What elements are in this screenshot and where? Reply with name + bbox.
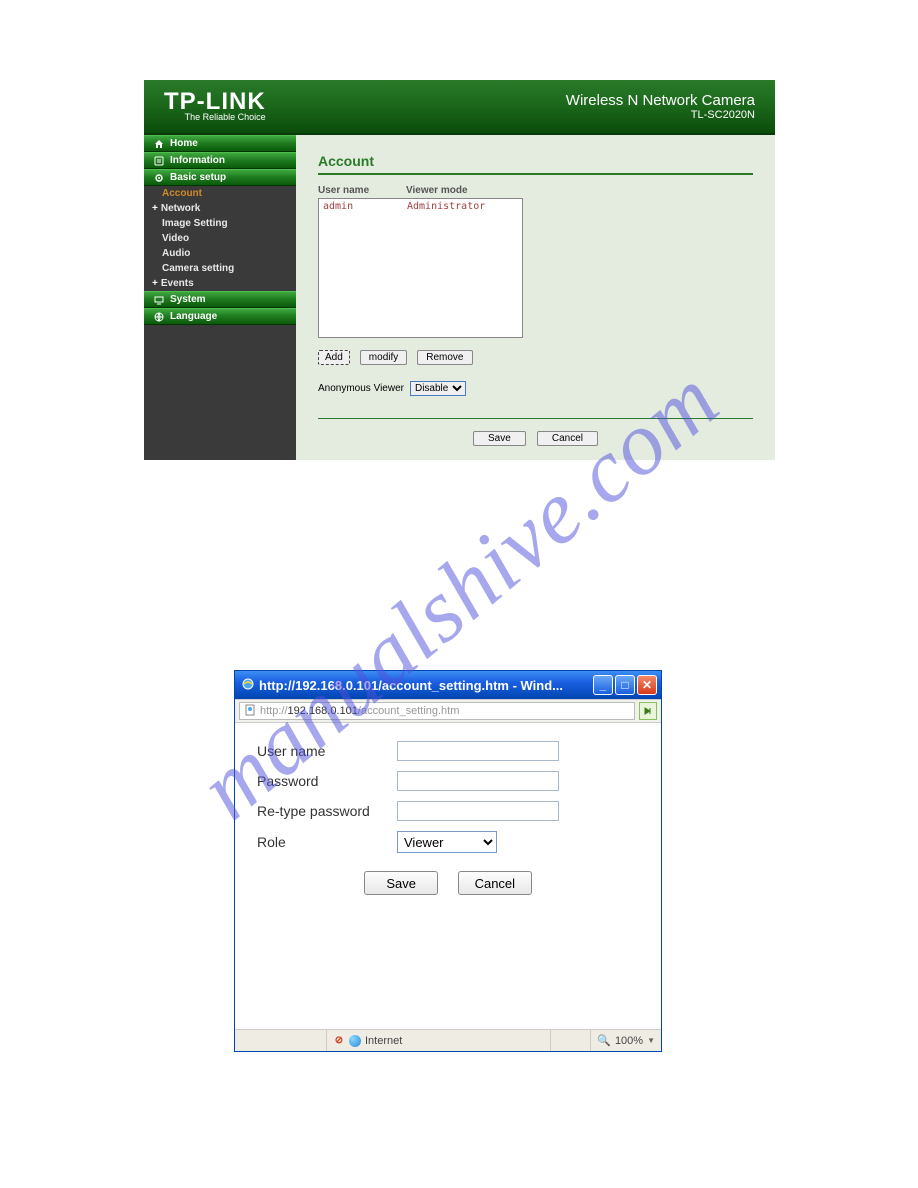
password-input[interactable] (397, 771, 559, 791)
cancel-button[interactable]: Cancel (537, 431, 598, 446)
sidebar-item-system[interactable]: System (144, 291, 296, 308)
ie-icon (241, 677, 255, 694)
password-label: Password (257, 773, 397, 789)
status-seg-zone: ⊘ Internet (327, 1030, 551, 1051)
go-button[interactable] (639, 702, 657, 720)
info-icon (154, 156, 164, 166)
sidebar-sub-camera-setting[interactable]: Camera setting (144, 261, 296, 276)
home-icon (154, 139, 164, 149)
sidebar-sub-network[interactable]: Network (144, 201, 296, 216)
content-area: Account User name Viewer mode admin Admi… (296, 135, 775, 460)
close-button[interactable]: ✕ (637, 675, 657, 695)
sidebar-item-label: Information (170, 155, 225, 166)
add-button[interactable]: Add (318, 350, 350, 365)
brand-logo: TP-LINK The Reliable Choice (164, 91, 266, 123)
status-seg-left (235, 1030, 327, 1051)
sidebar-sub-video[interactable]: Video (144, 231, 296, 246)
brand-name: TP-LINK (164, 91, 266, 113)
gear-icon (154, 173, 164, 183)
router-header: TP-LINK The Reliable Choice Wireless N N… (144, 80, 775, 135)
sidebar-item-basic-setup[interactable]: Basic setup (144, 169, 296, 186)
address-bar-row: http://192.168.0.101/account_setting.htm (235, 699, 661, 723)
col-viewer-mode: Viewer mode (406, 185, 753, 196)
anonymous-viewer-select[interactable]: Disable (410, 381, 466, 396)
security-warning-icon: ⊘ (333, 1035, 345, 1047)
username-input[interactable] (397, 741, 559, 761)
col-user-name: User name (318, 185, 406, 196)
popup-save-button[interactable]: Save (364, 871, 438, 895)
popup-title: http://192.168.0.101/account_setting.htm… (259, 678, 563, 693)
user-listbox[interactable]: admin Administrator (318, 198, 523, 338)
cell-user: admin (323, 201, 407, 212)
retype-password-input[interactable] (397, 801, 559, 821)
table-header: User name Viewer mode (318, 185, 753, 196)
page-icon (244, 704, 256, 719)
zoom-label: 100% (615, 1035, 643, 1047)
sidebar-item-home[interactable]: Home (144, 135, 296, 152)
sidebar-sub-audio[interactable]: Audio (144, 246, 296, 261)
product-name: Wireless N Network Camera (566, 92, 755, 109)
globe-icon (154, 312, 164, 322)
retype-password-label: Re-type password (257, 803, 397, 819)
product-info: Wireless N Network Camera TL-SC2020N (566, 92, 755, 121)
sidebar-item-label: Basic setup (170, 172, 226, 183)
router-admin-panel: TP-LINK The Reliable Choice Wireless N N… (144, 80, 775, 460)
product-model: TL-SC2020N (566, 109, 755, 121)
modify-button[interactable]: modify (360, 350, 407, 365)
url-domain: 192.168.0.101 (288, 705, 358, 717)
zoom-icon: 🔍 (597, 1034, 611, 1047)
username-label: User name (257, 743, 397, 759)
sidebar-item-label: Language (170, 311, 217, 322)
chevron-down-icon: ▼ (647, 1036, 655, 1045)
save-button[interactable]: Save (473, 431, 526, 446)
internet-zone-icon (349, 1035, 361, 1047)
sidebar-sub-account[interactable]: Account (144, 186, 296, 201)
maximize-button[interactable]: □ (615, 675, 635, 695)
popup-cancel-button[interactable]: Cancel (458, 871, 532, 895)
zone-label: Internet (365, 1035, 402, 1047)
sidebar-item-information[interactable]: Information (144, 152, 296, 169)
sidebar-item-label: Home (170, 138, 198, 149)
sidebar-item-label: System (170, 294, 206, 305)
status-seg-zoom[interactable]: 🔍 100% ▼ (591, 1030, 661, 1051)
table-row[interactable]: admin Administrator (323, 201, 518, 212)
role-label: Role (257, 834, 397, 850)
popup-body: User name Password Re-type password Role… (235, 723, 661, 1029)
url-path: /account_setting.htm (358, 705, 460, 717)
page-title: Account (318, 153, 753, 175)
url-proto: http:// (260, 705, 288, 717)
sidebar-item-language[interactable]: Language (144, 308, 296, 325)
sidebar-sub-image-setting[interactable]: Image Setting (144, 216, 296, 231)
status-seg-protect (551, 1030, 591, 1051)
popup-window: http://192.168.0.101/account_setting.htm… (234, 670, 662, 1052)
cell-mode: Administrator (407, 201, 485, 212)
anonymous-viewer-label: Anonymous Viewer (318, 383, 404, 394)
remove-button[interactable]: Remove (417, 350, 472, 365)
sidebar-nav: Home Information Basic setup Account Net… (144, 135, 296, 460)
status-bar: ⊘ Internet 🔍 100% ▼ (235, 1029, 661, 1051)
minimize-button[interactable]: _ (593, 675, 613, 695)
popup-titlebar: http://192.168.0.101/account_setting.htm… (235, 671, 661, 699)
address-bar[interactable]: http://192.168.0.101/account_setting.htm (239, 702, 635, 720)
system-icon (154, 295, 164, 305)
sidebar-sub-events[interactable]: Events (144, 276, 296, 291)
role-select[interactable]: Viewer (397, 831, 497, 853)
